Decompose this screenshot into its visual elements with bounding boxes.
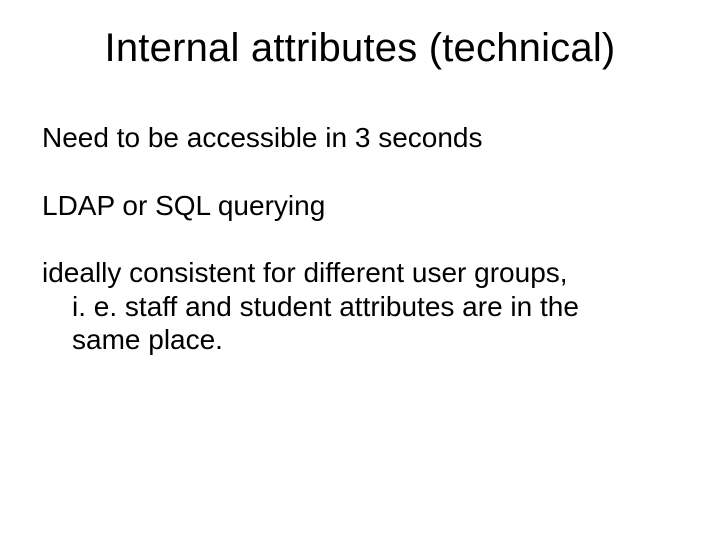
bullet-3-line-1: ideally consistent for different user gr… (42, 257, 568, 288)
bullet-3-line-3: same place. (42, 323, 678, 357)
bullet-3: ideally consistent for different user gr… (42, 256, 678, 357)
bullet-1: Need to be accessible in 3 seconds (42, 121, 678, 155)
slide-body: Need to be accessible in 3 seconds LDAP … (42, 121, 678, 357)
slide-title: Internal attributes (technical) (42, 26, 678, 71)
bullet-3-line-2: i. e. staff and student attributes are i… (42, 290, 678, 324)
slide: Internal attributes (technical) Need to … (0, 0, 720, 540)
bullet-2: LDAP or SQL querying (42, 189, 678, 223)
